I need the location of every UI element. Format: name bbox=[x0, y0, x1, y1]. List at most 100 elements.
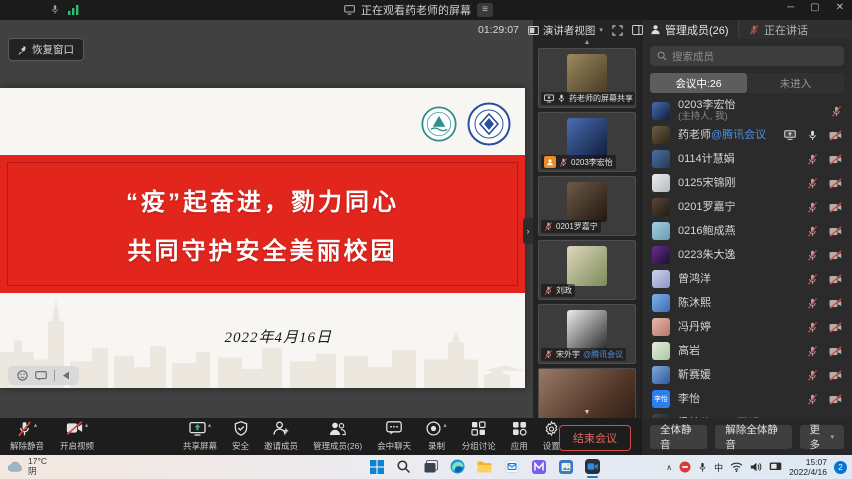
mic-muted-icon bbox=[807, 394, 818, 405]
participant-row[interactable]: 0114计慧娟 bbox=[642, 147, 852, 171]
more-button[interactable]: 更多▾ bbox=[800, 425, 845, 449]
sidebar-layout-button[interactable] bbox=[632, 25, 643, 35]
participant-name: 靳赛媛 bbox=[678, 369, 711, 381]
presentation-slide: “疫”起奋进，勠力同心 共同守护安全美丽校园 2022年4月16日 bbox=[0, 88, 525, 388]
security-button[interactable]: 安全 bbox=[232, 421, 249, 452]
weather-condition: 阴 bbox=[28, 467, 47, 477]
fullscreen-button[interactable] bbox=[612, 25, 623, 36]
scroll-up-arrow[interactable]: ▲ bbox=[533, 38, 641, 48]
mute-all-button[interactable]: 全体静音 bbox=[650, 425, 707, 449]
breakout-rooms-button[interactable]: 分组讨论 bbox=[462, 421, 496, 452]
tencent-meeting-app-icon[interactable] bbox=[584, 458, 601, 475]
weather-widget[interactable]: 17°C 阴 bbox=[8, 457, 47, 477]
purple-m-app-icon[interactable] bbox=[530, 458, 547, 475]
avatar bbox=[652, 366, 670, 384]
chat-button[interactable]: 会中聊天 bbox=[377, 421, 411, 452]
tab-not-joined[interactable]: 未进入 bbox=[747, 73, 844, 93]
participant-row[interactable]: 0203李宏怡 (主持人, 我) bbox=[642, 99, 852, 123]
task-view-button[interactable] bbox=[422, 458, 439, 475]
mic-muted-icon bbox=[559, 158, 568, 167]
file-explorer-icon[interactable] bbox=[476, 458, 493, 475]
invite-button[interactable]: 邀请成员 bbox=[264, 421, 298, 452]
participant-role: (主持人, 我) bbox=[678, 112, 831, 123]
participant-row[interactable]: 0201罗嘉宁 bbox=[642, 195, 852, 219]
participant-row[interactable]: 靳赛媛 bbox=[642, 363, 852, 387]
video-thumbnail-strip: ▲ 药老师的屏幕共享@腾讯会议 bbox=[533, 20, 641, 418]
avatar bbox=[567, 246, 607, 286]
apps-label: 应用 bbox=[511, 440, 528, 452]
apps-button[interactable]: 应用 bbox=[511, 421, 528, 452]
mic-muted-icon bbox=[831, 106, 842, 117]
participant-row[interactable]: 0223朱大逸 bbox=[642, 243, 852, 267]
participant-row[interactable]: 0216鲍成燕 bbox=[642, 219, 852, 243]
unmute-button[interactable]: ▴ 解除静音 bbox=[10, 421, 44, 452]
comment-icon[interactable] bbox=[35, 371, 47, 381]
avatar bbox=[652, 246, 670, 264]
start-button[interactable] bbox=[368, 458, 385, 475]
windows-taskbar: 17°C 阴 bbox=[0, 455, 852, 479]
speaking-indicator: 正在讲话 bbox=[738, 20, 852, 39]
search-icon bbox=[657, 51, 667, 61]
camera-muted-icon bbox=[829, 130, 842, 141]
video-tile[interactable]: 刘政 bbox=[538, 240, 636, 300]
record-button[interactable]: ▴ 录制 bbox=[426, 421, 447, 452]
search-button[interactable] bbox=[395, 458, 412, 475]
laser-pointer-icon[interactable] bbox=[17, 370, 28, 381]
mail-app-icon[interactable] bbox=[503, 458, 520, 475]
wifi-icon[interactable] bbox=[730, 462, 743, 472]
restore-window-button[interactable]: 恢复窗口 bbox=[8, 38, 84, 61]
share-screen-button[interactable]: ▴ 共享屏幕 bbox=[183, 421, 217, 452]
maximize-button[interactable]: ▢ bbox=[810, 2, 819, 13]
tab-in-meeting[interactable]: 会议中:26 bbox=[650, 73, 747, 93]
participant-row[interactable]: 高岩 bbox=[642, 339, 852, 363]
unmute-all-button[interactable]: 解除全体静音 bbox=[715, 425, 791, 449]
close-button[interactable]: ✕ bbox=[836, 2, 844, 13]
video-tile[interactable]: 0203李宏怡 bbox=[538, 112, 636, 172]
video-tile[interactable]: 药老师的屏幕共享@腾讯会议 bbox=[538, 48, 636, 108]
participant-row[interactable]: 药老师@腾讯会议 bbox=[642, 123, 852, 147]
mic-muted-icon bbox=[544, 350, 553, 359]
recording-indicator-icon[interactable] bbox=[679, 461, 691, 473]
tile-name-bar: 0203李宏怡 bbox=[541, 155, 616, 169]
edge-browser-icon[interactable] bbox=[449, 458, 466, 475]
more-label: 更多 bbox=[810, 422, 828, 452]
taskbar-clock[interactable]: 15:07 2022/4/16 bbox=[789, 457, 827, 477]
video-tile[interactable]: 宋外宇@腾讯会议 bbox=[538, 304, 636, 364]
start-video-button[interactable]: ▴ 开启视频 bbox=[60, 421, 94, 452]
tray-chevron-up-icon[interactable]: ∧ bbox=[666, 463, 672, 472]
settings-button[interactable]: 设置 bbox=[543, 421, 560, 452]
ime-indicator[interactable]: 中 bbox=[714, 461, 723, 474]
participant-name: 药老师 bbox=[678, 129, 711, 141]
camera-muted-icon bbox=[829, 226, 842, 237]
view-mode-switcher[interactable]: 演讲者视图 ▾ bbox=[528, 23, 603, 38]
participant-row[interactable]: 冯丹婷 bbox=[642, 315, 852, 339]
avatar bbox=[567, 310, 607, 350]
photos-app-icon[interactable] bbox=[557, 458, 574, 475]
camera-muted-icon bbox=[829, 178, 842, 189]
tray-mic-icon[interactable] bbox=[698, 462, 707, 473]
participant-row[interactable]: 李怡 李怡 bbox=[642, 387, 852, 411]
end-meeting-button[interactable]: 结束会议 bbox=[559, 425, 631, 451]
participant-row[interactable]: 陈沐熙 bbox=[642, 291, 852, 315]
minimize-button[interactable]: ─ bbox=[787, 2, 794, 13]
participant-row[interactable]: 梁楠的iPad(平板) bbox=[642, 411, 852, 418]
participant-name: 0223朱大逸 bbox=[678, 249, 735, 261]
previous-slide-icon[interactable] bbox=[62, 371, 70, 380]
screen-cast-icon[interactable] bbox=[769, 462, 782, 472]
participant-row[interactable]: 曾鸿洋 bbox=[642, 267, 852, 291]
volume-icon[interactable] bbox=[750, 462, 762, 472]
expand-panel-arrow[interactable]: › bbox=[523, 218, 533, 244]
participant-list: 0203李宏怡 (主持人, 我) bbox=[642, 99, 852, 418]
mic-muted-icon bbox=[807, 178, 818, 189]
participant-name: 0201罗嘉宁 bbox=[678, 201, 735, 213]
mic-on-icon bbox=[557, 94, 566, 103]
participant-row[interactable]: 0125宋锦刚 bbox=[642, 171, 852, 195]
manage-members-button[interactable]: 管理成员(26) bbox=[313, 421, 362, 452]
title-menu-button[interactable]: ≡ bbox=[477, 3, 493, 17]
notification-badge[interactable]: 2 bbox=[834, 461, 847, 474]
scroll-down-arrow[interactable]: ▼ bbox=[533, 409, 641, 416]
member-search-input[interactable]: 搜索成员 bbox=[650, 46, 844, 66]
video-tile[interactable]: 0201罗嘉宁 bbox=[538, 176, 636, 236]
settings-label: 设置 bbox=[543, 440, 560, 452]
screen-share-icon bbox=[544, 94, 554, 103]
